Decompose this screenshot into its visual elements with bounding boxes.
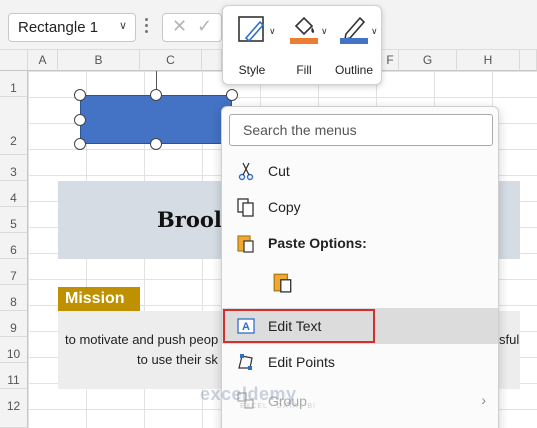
- resize-handle-bottom[interactable]: [150, 138, 162, 150]
- highlight-box: [223, 309, 375, 343]
- column-header-g[interactable]: G: [399, 50, 457, 71]
- chevron-right-icon: ›: [481, 392, 486, 408]
- scissors-icon: [238, 162, 254, 181]
- cancel-icon[interactable]: ✕: [172, 16, 187, 37]
- fill-button[interactable]: ∨ Fill: [279, 12, 329, 80]
- fill-label: Fill: [296, 63, 312, 77]
- mission-label: Mission: [58, 287, 140, 311]
- menu-item-cut[interactable]: Cut: [222, 153, 498, 189]
- column-header-h[interactable]: H: [457, 50, 520, 71]
- menu-search-placeholder: Search the menus: [243, 122, 357, 138]
- name-box[interactable]: Rectangle 1 ∨: [8, 13, 136, 42]
- menu-item-paste-options-label: Paste Options:: [268, 235, 367, 251]
- menu-item-paste-options: Paste Options:: [222, 225, 498, 261]
- formula-actions: [162, 13, 222, 42]
- select-all-corner[interactable]: [0, 50, 28, 71]
- menu-item-copy-label: Copy: [268, 199, 301, 215]
- row-header-7[interactable]: 7: [0, 259, 28, 285]
- row-header-5[interactable]: 5: [0, 207, 28, 233]
- outline-dropdown-icon[interactable]: ∨: [371, 26, 378, 37]
- name-box-value: Rectangle 1: [18, 19, 99, 36]
- enter-icon[interactable]: ✓: [197, 16, 212, 37]
- paste-icon: [273, 273, 292, 293]
- column-header-i[interactable]: [520, 50, 537, 71]
- column-header-b[interactable]: B: [58, 50, 140, 71]
- mission-text-line-1: to motivate and push peop: [65, 332, 219, 347]
- column-header-f[interactable]: F: [382, 50, 399, 71]
- chevron-down-icon[interactable]: ∨: [119, 19, 127, 32]
- style-dropdown-icon[interactable]: ∨: [269, 26, 276, 37]
- more-icon: [145, 18, 149, 36]
- row-header-3[interactable]: 3: [0, 155, 28, 181]
- fill-dropdown-icon[interactable]: ∨: [321, 26, 328, 37]
- row-header-8[interactable]: 8: [0, 285, 28, 311]
- watermark: exceldemy: [200, 384, 297, 404]
- outline-button[interactable]: ∨ Outline: [329, 12, 379, 80]
- resize-handle-top-right[interactable]: [226, 89, 238, 101]
- outline-pen-icon: [340, 16, 368, 44]
- row-header-9[interactable]: 9: [0, 311, 28, 337]
- menu-search-input[interactable]: Search the menus: [229, 114, 493, 146]
- resize-handle-top-left[interactable]: [74, 89, 86, 101]
- clipboard-icon: [237, 235, 254, 253]
- resize-handle-left[interactable]: [74, 114, 86, 126]
- style-button[interactable]: ∨ Style: [227, 12, 277, 80]
- column-header-d[interactable]: [202, 50, 222, 71]
- menu-item-copy[interactable]: Copy: [222, 189, 498, 225]
- row-header-11[interactable]: 11: [0, 363, 28, 389]
- menu-item-edit-points-label: Edit Points: [268, 354, 335, 370]
- context-menu: Search the menus Cut Copy Paste Options:: [221, 106, 499, 428]
- paste-option-button[interactable]: [222, 265, 498, 301]
- watermark-sub: EXCEL · DATA · BI: [240, 403, 316, 410]
- row-header-12[interactable]: 12: [0, 389, 28, 428]
- mini-toolbar: ∨ Style ∨ Fill ∨ Outline: [222, 5, 382, 85]
- row-header-6[interactable]: 6: [0, 233, 28, 259]
- mission-text-line-2: to use their sk: [137, 352, 218, 367]
- resize-handle-top[interactable]: [150, 89, 162, 101]
- style-icon: [238, 16, 265, 43]
- sheet-title: Brool: [157, 207, 222, 232]
- style-label: Style: [238, 63, 266, 77]
- rectangle-shape[interactable]: [80, 95, 232, 144]
- edit-points-icon: [238, 354, 253, 370]
- row-header-2[interactable]: 2: [0, 97, 28, 155]
- column-header-c[interactable]: C: [140, 50, 202, 71]
- row-header-10[interactable]: 10: [0, 337, 28, 363]
- copy-icon: [237, 198, 254, 217]
- row-header-4[interactable]: 4: [0, 181, 28, 207]
- paint-bucket-icon: [290, 16, 318, 44]
- menu-item-cut-label: Cut: [268, 163, 290, 179]
- row-header-1[interactable]: 1: [0, 71, 28, 97]
- menu-item-edit-points[interactable]: Edit Points: [222, 344, 498, 380]
- resize-handle-bottom-left[interactable]: [74, 138, 86, 150]
- outline-label: Outline: [334, 63, 374, 77]
- mission-text-line-1-end: sful: [499, 332, 520, 347]
- column-header-a[interactable]: A: [28, 50, 58, 71]
